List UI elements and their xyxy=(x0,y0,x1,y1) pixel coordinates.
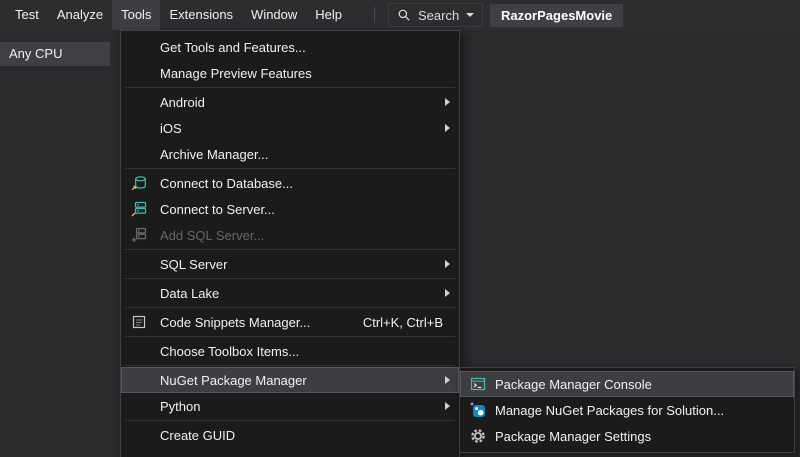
submenu-arrow-icon xyxy=(445,98,450,106)
menu-separator xyxy=(125,420,455,421)
menu-item-label: SQL Server xyxy=(160,257,227,272)
submenu-arrow-icon xyxy=(445,289,450,297)
submenu-item-label: Package Manager Console xyxy=(495,377,652,392)
submenu-arrow-icon xyxy=(445,402,450,410)
connect-server-icon xyxy=(131,201,147,217)
menu-item-label: Connect to Database... xyxy=(160,176,293,191)
submenu-item-manage-nuget-packages-for-solution[interactable]: Manage NuGet Packages for Solution... xyxy=(460,397,794,423)
menu-item-label: Code Snippets Manager... xyxy=(160,315,310,330)
menu-separator xyxy=(125,365,455,366)
submenu-arrow-icon xyxy=(445,376,450,384)
menubar-item-window[interactable]: Window xyxy=(242,0,306,30)
search-icon xyxy=(397,8,411,22)
menubar-item-tools[interactable]: Tools xyxy=(112,0,160,30)
menu-item-create-guid[interactable]: Create GUID xyxy=(121,422,459,448)
menubar-item-extensions[interactable]: Extensions xyxy=(160,0,242,30)
menu-separator xyxy=(125,168,455,169)
menu-item-label: Python xyxy=(160,399,200,414)
menu-separator xyxy=(125,249,455,250)
menu-separator xyxy=(125,307,455,308)
menu-item-data-lake[interactable]: Data Lake xyxy=(121,280,459,306)
platform-dropdown[interactable]: Any CPU xyxy=(0,42,110,66)
menu-item-label: Manage Preview Features xyxy=(160,66,312,81)
menubar-item-analyze[interactable]: Analyze xyxy=(48,0,112,30)
menu-item-code-snippets-manager[interactable]: Code Snippets Manager... Ctrl+K, Ctrl+B xyxy=(121,309,459,335)
platform-dropdown-value: Any CPU xyxy=(9,46,62,61)
menu-item-label: Connect to Server... xyxy=(160,202,275,217)
gear-icon xyxy=(470,428,486,444)
menu-item-label: Android xyxy=(160,95,205,110)
menu-item-label: Data Lake xyxy=(160,286,219,301)
menu-item-label: Add SQL Server... xyxy=(160,228,264,243)
menu-item-add-sql-server[interactable]: Add SQL Server... xyxy=(121,222,459,248)
menu-item-label: Archive Manager... xyxy=(160,147,268,162)
menu-item-choose-toolbox-items[interactable]: Choose Toolbox Items... xyxy=(121,338,459,364)
menu-item-label: NuGet Package Manager xyxy=(160,373,307,388)
menu-item-android[interactable]: Android xyxy=(121,89,459,115)
chevron-down-icon xyxy=(466,13,474,17)
menu-separator xyxy=(125,87,455,88)
menu-item-shortcut: Ctrl+K, Ctrl+B xyxy=(363,315,451,330)
menu-item-python[interactable]: Python xyxy=(121,393,459,419)
project-name-badge[interactable]: RazorPagesMovie xyxy=(490,4,623,27)
menu-item-label: Get Tools and Features... xyxy=(160,40,306,55)
menu-item-ios[interactable]: iOS xyxy=(121,115,459,141)
submenu-item-package-manager-settings[interactable]: Package Manager Settings xyxy=(460,423,794,449)
submenu-item-label: Package Manager Settings xyxy=(495,429,651,444)
menubar-item-test[interactable]: Test xyxy=(6,0,48,30)
connect-database-icon xyxy=(131,175,147,191)
menu-item-nuget-package-manager[interactable]: NuGet Package Manager xyxy=(121,367,459,393)
menu-item-label: Choose Toolbox Items... xyxy=(160,344,299,359)
menu-separator xyxy=(125,336,455,337)
submenu-arrow-icon xyxy=(445,260,450,268)
add-sql-server-icon xyxy=(131,227,147,243)
code-snippets-icon xyxy=(131,314,147,330)
menu-item-connect-to-server[interactable]: Connect to Server... xyxy=(121,196,459,222)
submenu-arrow-icon xyxy=(445,124,450,132)
menu-item-manage-preview-features[interactable]: Manage Preview Features xyxy=(121,60,459,86)
menubar-item-help[interactable]: Help xyxy=(306,0,351,30)
search-label: Search xyxy=(418,8,459,23)
console-icon xyxy=(470,376,486,392)
menu-item-sql-server[interactable]: SQL Server xyxy=(121,251,459,277)
submenu-item-package-manager-console[interactable]: Package Manager Console xyxy=(460,371,794,397)
menu-item-label: iOS xyxy=(160,121,182,136)
menu-item-archive-manager[interactable]: Archive Manager... xyxy=(121,141,459,167)
nuget-icon xyxy=(470,402,486,418)
menu-item-label: Create GUID xyxy=(160,428,235,443)
nuget-submenu-popup: Package Manager Console Manage NuGet Pac… xyxy=(459,367,795,453)
menu-item-get-tools-and-features[interactable]: Get Tools and Features... xyxy=(121,34,459,60)
visual-studio-window: Test Analyze Tools Extensions Window Hel… xyxy=(0,0,800,457)
titlebar-separator xyxy=(374,7,375,23)
menu-separator xyxy=(125,278,455,279)
search-box[interactable]: Search xyxy=(388,3,483,27)
menu-bar: Test Analyze Tools Extensions Window Hel… xyxy=(0,0,800,30)
tools-menu-popup: Get Tools and Features... Manage Preview… xyxy=(120,30,460,457)
submenu-item-label: Manage NuGet Packages for Solution... xyxy=(495,403,724,418)
menu-item-connect-to-database[interactable]: Connect to Database... xyxy=(121,170,459,196)
